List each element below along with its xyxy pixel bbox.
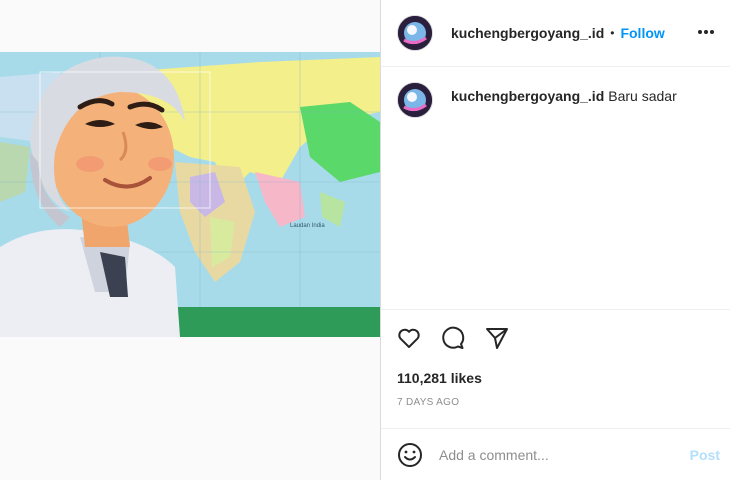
post-comment-button[interactable]: Post — [690, 447, 720, 463]
map-label: Laudan India — [290, 223, 325, 229]
caption-text: Baru sadar — [608, 88, 677, 104]
avatar-image-icon — [398, 16, 432, 50]
cartoon-map-illustration: Laudan India — [0, 52, 380, 337]
avatar[interactable] — [397, 15, 433, 51]
post-image[interactable]: Laudan India — [0, 52, 380, 337]
username-link[interactable]: kuchengbergoyang_.id — [451, 25, 604, 41]
post-details: kuchengbergoyang_.id • Follow kuchengber… — [381, 0, 730, 480]
media-pane: Laudan India — [0, 0, 380, 480]
avatar-image-icon — [398, 83, 432, 117]
more-options-icon[interactable] — [696, 22, 716, 42]
likes-count[interactable]: 110,281 likes — [397, 370, 482, 386]
caption-username-link[interactable]: kuchengbergoyang_.id — [451, 88, 604, 104]
follow-button[interactable]: Follow — [620, 25, 664, 41]
separator-dot: • — [610, 26, 615, 40]
post-timestamp[interactable]: 7 DAYS AGO — [397, 397, 459, 408]
comment-bar: Post — [381, 428, 730, 481]
caption: kuchengbergoyang_.id Baru sadar — [397, 82, 717, 118]
post-header: kuchengbergoyang_.id • Follow — [381, 0, 730, 67]
comment-icon[interactable] — [439, 324, 467, 352]
share-icon[interactable] — [483, 324, 511, 352]
actions-divider — [381, 309, 730, 310]
emoji-icon[interactable] — [397, 442, 423, 468]
heart-icon[interactable] — [395, 324, 423, 352]
action-bar — [395, 324, 511, 352]
caption-body: kuchengbergoyang_.id Baru sadar — [451, 87, 677, 105]
caption-avatar[interactable] — [397, 82, 433, 118]
comment-input[interactable] — [437, 446, 671, 464]
